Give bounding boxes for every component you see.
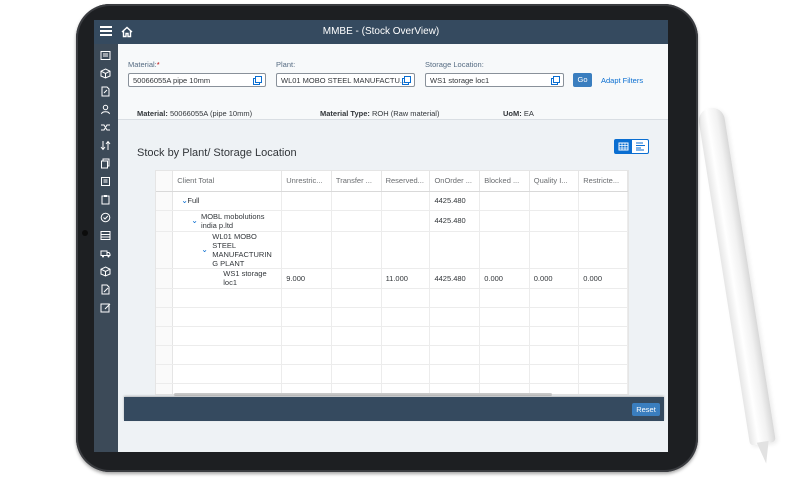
selection-column [156, 171, 174, 192]
go-button[interactable]: Go [573, 73, 592, 87]
table-row[interactable]: WS1 storage loc1 9.000 11.000 4425.480 0.0… [156, 268, 628, 289]
column-header[interactable]: Quality I... [529, 171, 580, 192]
document-copy-icon[interactable] [100, 176, 111, 187]
table-header-row: Client Total Unrestric... Transfer ... R… [156, 171, 628, 192]
tree-cell[interactable]: WS1 storage loc1 [172, 268, 283, 289]
table-row [156, 326, 628, 346]
chevron-down-icon[interactable]: ⌄ [201, 245, 209, 254]
edit-icon[interactable] [100, 284, 111, 295]
table-row [156, 364, 628, 384]
value-help-icon[interactable] [253, 76, 262, 85]
chart-view-icon[interactable] [632, 140, 649, 153]
tree-cell[interactable]: ⌄ Full [172, 191, 283, 211]
copy-icon[interactable] [100, 158, 111, 169]
reset-button[interactable]: Reset [632, 403, 660, 416]
check-circle-icon[interactable] [100, 212, 111, 223]
chevron-down-icon[interactable]: ⌄ [191, 216, 198, 225]
stage: MMBE - (Stock OverView) Material:* 50066… [0, 0, 800, 484]
view-switch[interactable] [614, 139, 649, 154]
form-icon[interactable] [100, 50, 111, 61]
column-header[interactable]: OnOrder ... [429, 171, 481, 192]
cube-icon[interactable] [100, 266, 111, 277]
storage-location-label: Storage Location: [425, 60, 484, 69]
material-label: Material:* [128, 60, 160, 69]
horizontal-scrollbar[interactable] [174, 393, 552, 396]
table-view-icon[interactable] [615, 140, 632, 153]
cube-icon[interactable] [100, 68, 111, 79]
column-header[interactable]: Restricte... [578, 171, 628, 192]
list-icon[interactable] [100, 230, 111, 241]
stock-table: Client Total Unrestric... Transfer ... R… [155, 170, 629, 395]
doc-edit-icon[interactable] [100, 302, 111, 313]
column-header[interactable]: Reserved... [381, 171, 431, 192]
column-header[interactable]: Unrestric... [281, 171, 332, 192]
tree-cell[interactable]: ⌄ MOBL mobolutions india p.ltd [172, 210, 283, 232]
person-icon[interactable] [100, 104, 111, 115]
storage-location-input[interactable]: WS1 storage loc1 [425, 73, 564, 87]
plant-label: Plant: [276, 60, 296, 69]
document-edit-icon[interactable] [100, 86, 111, 97]
clipboard-icon[interactable] [100, 194, 111, 205]
table-row[interactable]: ⌄ Full 4425.480 [156, 191, 628, 211]
plant-input[interactable]: WL01 MOBO STEEL MANUFACTU... [276, 73, 415, 87]
column-header[interactable]: Client Total [172, 171, 283, 192]
shell-bar: MMBE - (Stock OverView) [94, 20, 668, 44]
camera [82, 230, 88, 236]
value-help-icon[interactable] [551, 76, 560, 85]
table-row[interactable]: ⌄ WL01 MOBO STEEL MANUFACTURIN G PLANT [156, 231, 628, 269]
column-header[interactable]: Transfer ... [331, 171, 382, 192]
transfer-icon[interactable] [100, 140, 111, 151]
shuffle-icon[interactable] [100, 122, 111, 133]
material-info: Material: 50066055A (pipe 10mm) [137, 109, 253, 118]
uom-info: UoM: EA [503, 109, 534, 118]
material-type-info: Material Type: ROH (Raw material) [320, 109, 440, 118]
table-row[interactable]: ⌄ MOBL mobolutions india p.ltd 4425.480 [156, 210, 628, 232]
stylus-pencil [697, 104, 789, 465]
material-input[interactable]: 50066055A pipe 10mm [128, 73, 266, 87]
table-row [156, 345, 628, 365]
tree-cell[interactable]: ⌄ WL01 MOBO STEEL MANUFACTURIN G PLANT [172, 231, 283, 269]
side-navigation [94, 44, 118, 452]
truck-icon[interactable] [100, 248, 111, 259]
section-title: Stock by Plant/ Storage Location [137, 147, 297, 159]
column-header[interactable]: Blocked ... [479, 171, 530, 192]
app-title: MMBE - (Stock OverView) [322, 26, 440, 37]
value-help-icon[interactable] [402, 76, 411, 85]
adapt-filters-link[interactable]: Adapt Filters [601, 76, 643, 85]
stock-grid: Client Total Unrestric... Transfer ... R… [156, 171, 628, 394]
chevron-down-icon[interactable]: ⌄ [177, 196, 188, 205]
footer-toolbar [124, 397, 664, 421]
table-row [156, 307, 628, 327]
table-row [156, 288, 628, 308]
